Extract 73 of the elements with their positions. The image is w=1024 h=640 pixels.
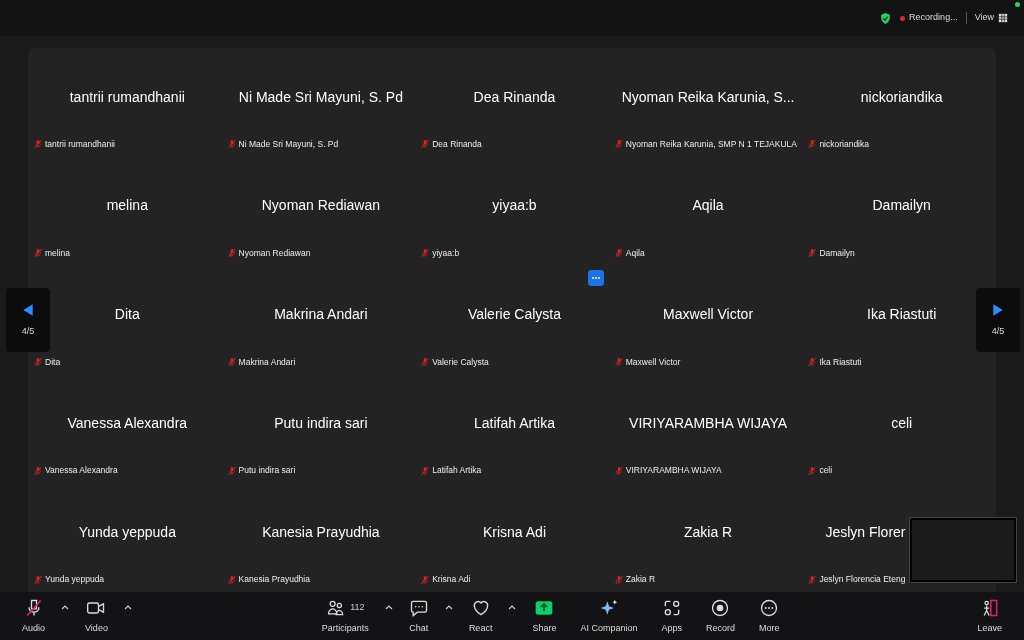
shield-icon <box>879 11 893 25</box>
participant-name: tantrii rumandhanii <box>69 87 185 107</box>
participant-label: Zakia R <box>625 573 656 586</box>
record-icon <box>710 597 731 618</box>
participant-label: Damailyn <box>819 246 855 260</box>
participant-name: Putu indira sari <box>274 413 368 433</box>
participant-name: Latifah Artika <box>474 413 555 433</box>
recording-label: Recording... <box>909 11 958 25</box>
participant-label: Ni Made Sri Mayuni, S. Pd <box>238 138 339 151</box>
participant-name: Valerie Calysta <box>467 305 562 325</box>
participant-label: Maxwell Victor <box>625 355 681 369</box>
participant-name: celi <box>891 413 913 433</box>
participant-label: Dea Rinanda <box>432 138 482 151</box>
participant-name: Jeslyn Florer <box>825 522 906 542</box>
participant-label: Nyoman Rediawan <box>238 246 311 260</box>
audio-button[interactable]: Audio <box>14 596 54 636</box>
camera-indicator-dot <box>1015 2 1020 7</box>
dots-icon <box>591 276 601 280</box>
ai-button[interactable]: AI Companion <box>572 596 646 636</box>
participant-name: Makrina Andari <box>274 305 368 325</box>
participant-label: nickoriandika <box>819 138 869 151</box>
leave-button[interactable]: Leave <box>969 596 1010 636</box>
record-button[interactable]: Record <box>698 596 743 636</box>
participant-name: Ni Made Sri Mayuni, S. Pd <box>238 87 403 107</box>
participant-label: Putu indira sari <box>238 464 296 478</box>
participant-name: yiyaa:b <box>492 196 537 216</box>
participant-name: Vanessa Alexandra <box>67 413 188 433</box>
participant-label: Valerie Calysta <box>432 355 489 369</box>
more-icon <box>759 597 780 618</box>
participant-name: Kanesia Prayudhia <box>262 522 380 542</box>
participant-label: celi <box>819 464 833 478</box>
participants-button[interactable]: 112 Participants <box>313 596 377 636</box>
participant-label: VIRIYARAMBHA WIJAYA <box>625 464 722 478</box>
participant-label: yiyaa:b <box>432 246 460 260</box>
participant-name: nickoriandika <box>860 87 943 107</box>
participant-label: Makrina Andari <box>238 355 296 369</box>
participant-name: Aqila <box>692 196 724 216</box>
participant-label: Latifah Artika <box>432 464 482 478</box>
react-button[interactable]: React <box>460 596 501 636</box>
participant-name: Maxwell Victor <box>663 305 754 325</box>
video-button[interactable]: Video <box>77 596 116 636</box>
participant-label: Aqila <box>625 246 645 260</box>
previous-page-button[interactable]: 4/5 <box>6 288 50 352</box>
participant-label: Vanessa Alexandra <box>45 464 118 478</box>
participant-label: Jeslyn Florencia Eteng <box>819 573 906 586</box>
grid-icon <box>998 13 1008 23</box>
participant-name: VIRIYARAMBHA WIJAYA <box>629 413 788 433</box>
participant-label: Dita <box>45 355 61 369</box>
participant-name: Nyoman Reika Karunia, S... <box>621 87 795 107</box>
participant-label: Krisna Adi <box>432 573 471 586</box>
recording-dot <box>900 15 906 21</box>
participant-name: Dea Rinanda <box>473 87 556 107</box>
more-options-button[interactable] <box>588 270 604 286</box>
participant-name: Ika Riastuti <box>867 305 937 325</box>
participant-label: melina <box>45 246 71 260</box>
more-button[interactable]: More <box>751 596 788 636</box>
participant-label: tantrii rumandhanii <box>45 138 115 151</box>
participant-name: Nyoman Rediawan <box>261 196 381 216</box>
participant-label: Nyoman Reika Karunia, SMP N 1 TEJAKULA <box>625 138 797 151</box>
share-button[interactable]: Share <box>524 596 565 636</box>
participant-label: Ika Riastuti <box>819 355 862 369</box>
apps-button[interactable]: Apps <box>653 596 690 636</box>
chat-button[interactable]: Chat <box>400 596 437 636</box>
participant-label: Yunda yeppuda <box>45 573 105 586</box>
participant-name: Yunda yeppuda <box>78 522 176 542</box>
participant-name: melina <box>106 196 148 216</box>
next-page-button[interactable]: 4/5 <box>976 288 1020 352</box>
participant-name: Damailyn <box>872 196 931 216</box>
participant-label: Kanesia Prayudhia <box>238 573 310 586</box>
participant-name: Dita <box>114 305 140 325</box>
participant-name: Krisna Adi <box>482 522 546 542</box>
participant-name: Zakia R <box>683 522 733 542</box>
view-button[interactable]: View <box>974 11 1008 25</box>
